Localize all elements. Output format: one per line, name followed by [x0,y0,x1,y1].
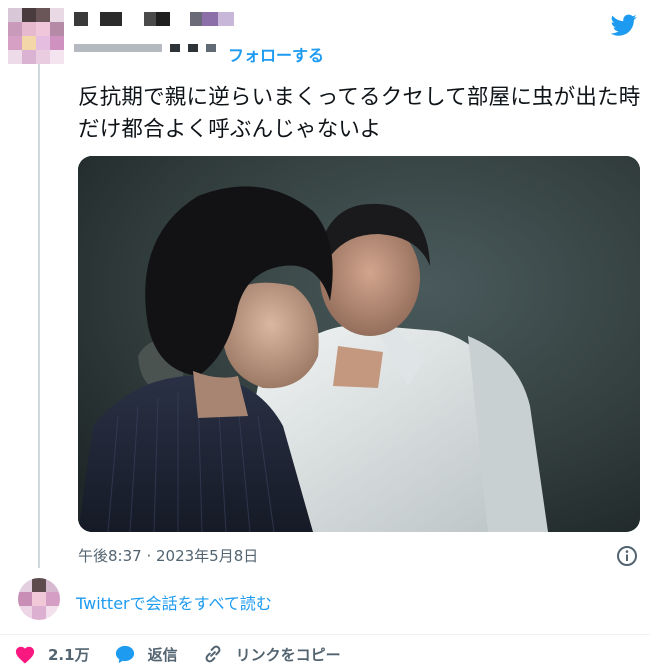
reply-avatar[interactable] [18,578,60,620]
like-count: 2.1万 [48,645,90,664]
reply-label: 返信 [147,645,178,664]
copy-link-label: リンクをコピー [235,645,341,664]
reply-button[interactable]: 返信 [114,644,178,665]
tweet-photo[interactable] [78,156,640,532]
action-bar: 2.1万 返信 リンクをコピー [14,643,365,665]
heart-icon [15,646,35,664]
read-conversation-link[interactable]: Twitterで会話をすべて読む [76,590,272,614]
divider [0,634,650,635]
info-icon[interactable] [616,545,638,567]
follow-button[interactable]: フォローする [228,42,324,66]
twitter-bird-icon[interactable] [610,12,638,38]
author-handle[interactable] [74,44,216,52]
speech-bubble-icon [115,645,134,664]
avatar[interactable] [8,8,64,64]
like-button[interactable]: 2.1万 [14,644,90,665]
link-icon [205,645,221,663]
tweet-timestamp[interactable]: 午後8:37 · 2023年5月8日 [78,545,258,566]
copy-link-button[interactable]: リンクをコピー [202,643,341,665]
thread-line [38,62,40,568]
tweet-text: 反抗期で親に逆らいまくってるクセして部屋に虫が出た時だけ都合よく呼ぶんじゃないよ [78,85,641,142]
author-name[interactable] [74,12,234,26]
